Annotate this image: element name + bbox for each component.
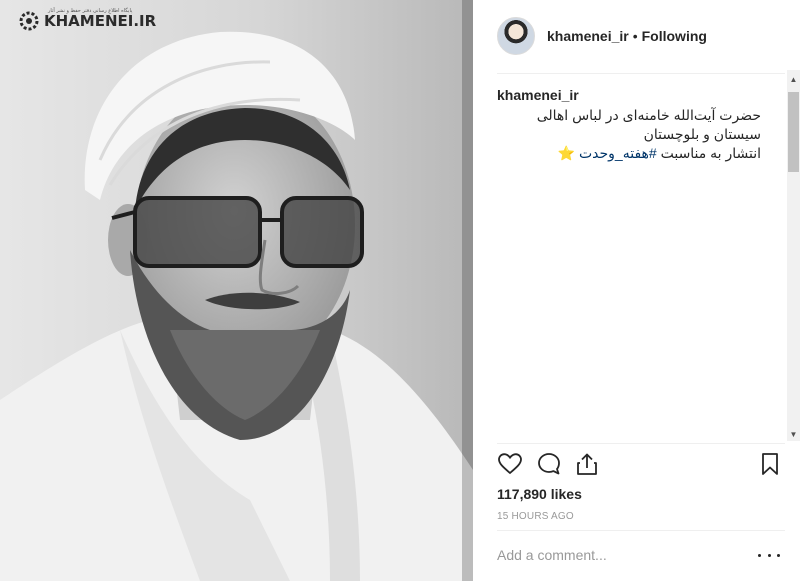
caption-line2: انتشار به مناسبت #هفته_وحدت ⭐ bbox=[497, 144, 761, 163]
portrait-image bbox=[0, 0, 473, 581]
heart-icon[interactable] bbox=[497, 451, 523, 477]
caption-line2-prefix: انتشار به مناسبت bbox=[656, 145, 761, 161]
add-comment-input[interactable] bbox=[497, 542, 747, 568]
divider bbox=[497, 443, 785, 444]
watermark-text: KHAMENEI.IR bbox=[44, 12, 157, 30]
gear-logo-icon bbox=[19, 11, 39, 31]
following-button[interactable]: Following bbox=[642, 28, 707, 44]
likes-count[interactable]: 117,890 likes bbox=[497, 486, 582, 502]
post-photo[interactable]: پایگاه اطلاع رسانی دفتر حفظ و نشر آثار K… bbox=[0, 0, 473, 581]
avatar[interactable] bbox=[497, 17, 535, 55]
scroll-down-arrow-icon[interactable]: ▼ bbox=[789, 430, 798, 439]
divider bbox=[497, 73, 785, 74]
header-separator: • bbox=[632, 28, 638, 44]
caption-hashtag[interactable]: #هفته_وحدت bbox=[579, 145, 657, 161]
comment-icon[interactable] bbox=[536, 451, 562, 477]
scroll-up-arrow-icon[interactable]: ▲ bbox=[789, 75, 798, 84]
post-actions bbox=[497, 449, 785, 481]
watermark-tagline: پایگاه اطلاع رسانی دفتر حفظ و نشر آثار bbox=[48, 8, 133, 14]
share-icon[interactable] bbox=[574, 451, 600, 477]
caption-line1: حضرت آیت‌الله خامنه‌ای در لباس اهالی سیس… bbox=[536, 107, 761, 142]
scrollbar-thumb[interactable] bbox=[788, 92, 799, 172]
post-caption: khamenei_ir حضرت آیت‌الله خامنه‌ای در لب… bbox=[497, 86, 761, 163]
post-side-panel: khamenei_ir • Following khamenei_ir حضرت… bbox=[473, 0, 800, 581]
bookmark-icon[interactable] bbox=[757, 451, 783, 477]
star-emoji-icon: ⭐ bbox=[557, 145, 576, 161]
post-header: khamenei_ir • Following bbox=[497, 14, 785, 58]
caption-text: حضرت آیت‌الله خامنه‌ای در لباس اهالی سیس… bbox=[497, 106, 761, 144]
divider bbox=[497, 530, 785, 531]
more-options-icon[interactable] bbox=[758, 548, 780, 562]
watermark-logo: پایگاه اطلاع رسانی دفتر حفظ و نشر آثار K… bbox=[18, 8, 157, 32]
post-timestamp[interactable]: 15 HOURS AGO bbox=[497, 511, 574, 522]
header-username[interactable]: khamenei_ir bbox=[547, 28, 629, 44]
caption-username[interactable]: khamenei_ir bbox=[497, 86, 761, 105]
